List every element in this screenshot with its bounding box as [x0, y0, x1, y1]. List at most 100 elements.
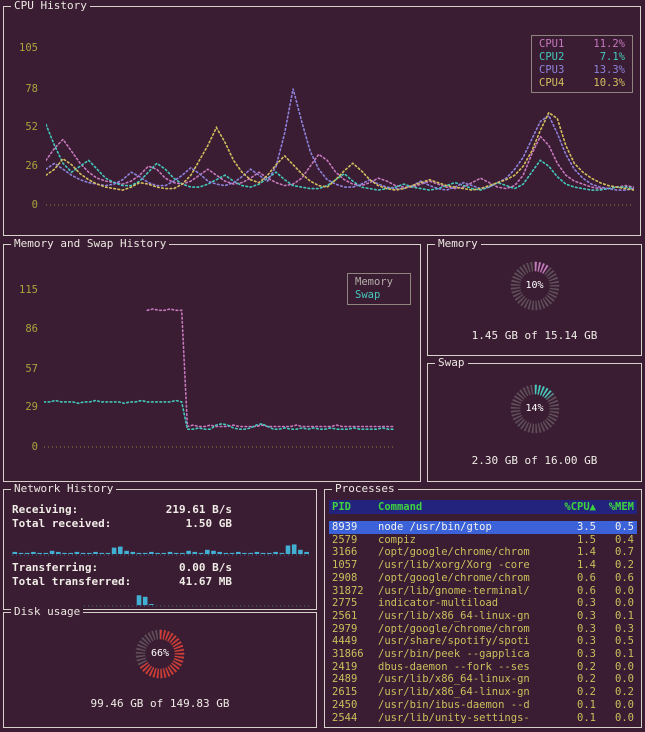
process-command: /opt/google/chrome/chrom: [378, 546, 550, 559]
process-command: /usr/lib/x86_64-linux-gn: [378, 673, 550, 686]
y-axis-tick: 105: [8, 42, 38, 54]
process-pid: 2615: [332, 686, 378, 699]
process-row[interactable]: 31866/usr/bin/peek --gapplica0.30.1: [329, 648, 637, 661]
process-row[interactable]: 2979/opt/google/chrome/chrom0.30.3: [329, 623, 637, 636]
process-row[interactable]: 2489/usr/lib/x86_64-linux-gn0.20.0: [329, 673, 637, 686]
process-row[interactable]: 2775indicator-multiload0.30.0: [329, 597, 637, 610]
legend-value: 13.3%: [593, 64, 625, 77]
disk-usage-panel: Disk usage 66% 99.46 GB of 149.83 GB: [3, 612, 317, 728]
process-command: dbus-daemon --fork --ses: [378, 661, 550, 674]
process-command: /usr/lib/x86_64-linux-gn: [378, 686, 550, 699]
receiving-label: Receiving:: [12, 503, 78, 516]
process-mem: 0.0: [596, 699, 634, 712]
process-row[interactable]: 2615/usr/lib/x86_64-linux-gn0.20.2: [329, 686, 637, 699]
process-row[interactable]: 2544/usr/lib/unity-settings-0.10.0: [329, 712, 637, 725]
process-cpu: 0.3: [550, 635, 596, 648]
total-received-label: Total received:: [12, 517, 111, 530]
process-cpu: 3.5: [550, 521, 596, 534]
y-axis-tick: 57: [8, 363, 38, 375]
process-row[interactable]: 1057/usr/lib/xorg/Xorg -core1.40.2: [329, 559, 637, 572]
legend-value: 7.1%: [600, 51, 625, 64]
memory-swap-history-chart: [44, 279, 394, 451]
process-command: /opt/google/chrome/chrom: [378, 623, 550, 636]
swap-donut: 14%: [506, 380, 564, 438]
process-pid: 2489: [332, 673, 378, 686]
process-row[interactable]: 2419dbus-daemon --fork --ses0.20.0: [329, 661, 637, 674]
process-cpu: 1.4: [550, 559, 596, 572]
memory-swap-legend: MemorySwap: [347, 273, 411, 305]
y-axis-tick: 29: [8, 401, 38, 413]
transferring-value: 0.00 B/s: [179, 561, 232, 574]
memory-swap-history-title: Memory and Swap History: [11, 237, 169, 250]
legend-value: 10.3%: [593, 77, 625, 90]
y-axis-tick: 115: [8, 284, 38, 296]
process-mem: 0.0: [596, 585, 634, 598]
swap-usage-text: 2.30 GB of 16.00 GB: [428, 454, 641, 467]
process-row[interactable]: 2561/usr/lib/x86_64-linux-gn0.30.1: [329, 610, 637, 623]
process-row[interactable]: 31872/usr/lib/gnome-terminal/0.60.0: [329, 585, 637, 598]
y-axis-tick: 0: [8, 441, 38, 453]
process-mem: 0.0: [596, 712, 634, 725]
process-row[interactable]: 2908/opt/google/chrome/chrom0.60.6: [329, 572, 637, 585]
process-mem: 0.0: [596, 661, 634, 674]
process-pid: 31872: [332, 585, 378, 598]
system-monitor-dashboard: CPU History CPU111.2%CPU27.1%CPU313.3%CP…: [0, 0, 645, 732]
process-cpu: 0.6: [550, 572, 596, 585]
process-command: /usr/bin/ibus-daemon --d: [378, 699, 550, 712]
process-pid: 31866: [332, 648, 378, 661]
process-row[interactable]: 2579compiz1.50.4: [329, 534, 637, 547]
receiving-row: Receiving: 219.61 B/s: [12, 503, 232, 516]
legend-value: 11.2%: [593, 38, 625, 51]
memory-donut-percent: 10%: [506, 257, 564, 315]
process-pid: 2908: [332, 572, 378, 585]
process-row[interactable]: 3166/opt/google/chrome/chrom1.40.7: [329, 546, 637, 559]
process-command: /usr/share/spotify/spoti: [378, 635, 550, 648]
swap-panel: Swap 14% 2.30 GB of 16.00 GB: [427, 363, 642, 482]
process-command: compiz: [378, 534, 550, 547]
column-header-cpu[interactable]: %CPU▲: [550, 500, 596, 514]
disk-usage-title: Disk usage: [11, 605, 83, 618]
process-cpu: 0.2: [550, 661, 596, 674]
process-pid: 2450: [332, 699, 378, 712]
y-axis-tick: 26: [8, 160, 38, 172]
process-cpu: 0.2: [550, 686, 596, 699]
total-transferred-value: 41.67 MB: [179, 575, 232, 588]
process-mem: 0.0: [596, 673, 634, 686]
process-mem: 0.6: [596, 572, 634, 585]
process-pid: 2579: [332, 534, 378, 547]
total-received-row: Total received: 1.50 GB: [12, 517, 232, 530]
processes-title: Processes: [332, 482, 398, 495]
process-pid: 3166: [332, 546, 378, 559]
process-cpu: 0.2: [550, 673, 596, 686]
memswap-legend-item: Memory: [348, 276, 410, 289]
column-header-command[interactable]: Command: [378, 500, 550, 514]
process-mem: 0.2: [596, 686, 634, 699]
process-mem: 0.3: [596, 623, 634, 636]
process-command: /usr/bin/peek --gapplica: [378, 648, 550, 661]
process-cpu: 0.3: [550, 610, 596, 623]
cpu-history-panel: CPU History CPU111.2%CPU27.1%CPU313.3%CP…: [3, 6, 641, 236]
memory-usage-text: 1.45 GB of 15.14 GB: [428, 329, 641, 342]
cpu-legend: CPU111.2%CPU27.1%CPU313.3%CPU410.3%: [531, 35, 633, 93]
process-row[interactable]: 8939node /usr/bin/gtop3.50.5: [329, 521, 637, 534]
total-received-value: 1.50 GB: [186, 517, 232, 530]
process-row[interactable]: 2450/usr/bin/ibus-daemon --d0.10.0: [329, 699, 637, 712]
cpu-history-title: CPU History: [11, 0, 90, 12]
process-mem: 0.4: [596, 534, 634, 547]
network-history-panel: Network History Receiving: 219.61 B/s To…: [3, 489, 317, 610]
column-header-mem[interactable]: %MEM: [596, 500, 634, 514]
process-mem: 0.2: [596, 559, 634, 572]
swap-donut-percent: 14%: [506, 380, 564, 438]
memory-donut: 10%: [506, 257, 564, 315]
y-axis-tick: 78: [8, 83, 38, 95]
memory-title: Memory: [435, 237, 481, 250]
process-cpu: 0.1: [550, 712, 596, 725]
transferring-row: Transferring: 0.00 B/s: [12, 561, 232, 574]
processes-panel: Processes PID Command %CPU▲ %MEM 8939nod…: [324, 489, 642, 728]
column-header-pid[interactable]: PID: [332, 500, 378, 514]
process-pid: 2419: [332, 661, 378, 674]
process-row[interactable]: 4449/usr/share/spotify/spoti0.30.5: [329, 635, 637, 648]
process-command: /usr/lib/unity-settings-: [378, 712, 550, 725]
memory-swap-history-panel: Memory and Swap History MemorySwap 11586…: [3, 244, 421, 482]
legend-label: CPU1: [539, 38, 564, 51]
